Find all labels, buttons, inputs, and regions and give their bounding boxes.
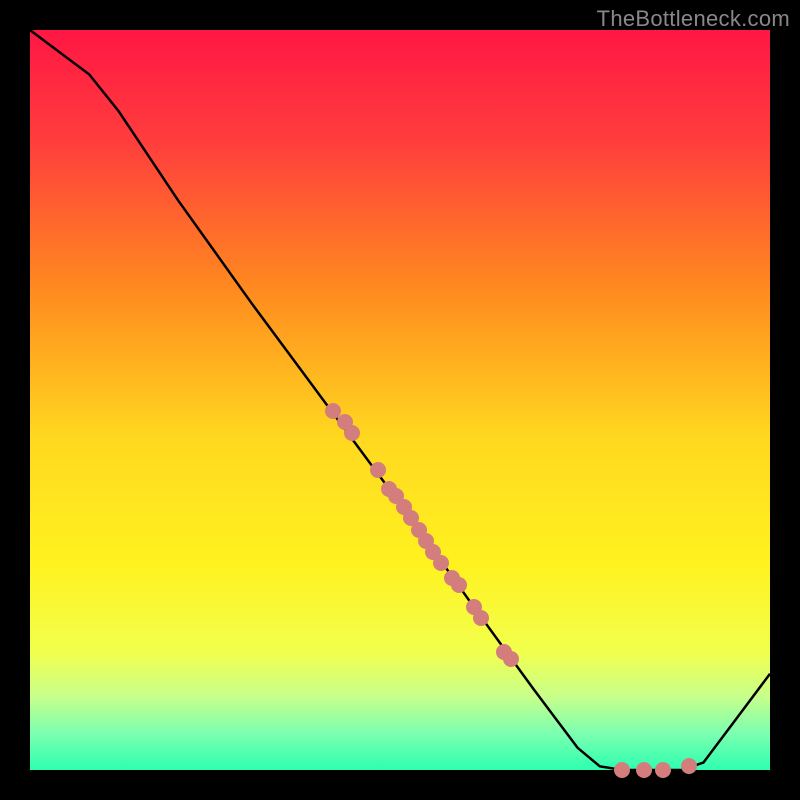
data-point — [636, 762, 652, 778]
data-points-layer — [30, 30, 770, 770]
data-point — [681, 758, 697, 774]
data-point — [614, 762, 630, 778]
watermark-text: TheBottleneck.com — [597, 6, 790, 32]
data-point — [451, 577, 467, 593]
data-point — [503, 651, 519, 667]
data-point — [655, 762, 671, 778]
data-point — [473, 610, 489, 626]
chart-container: TheBottleneck.com — [0, 0, 800, 800]
data-point — [370, 462, 386, 478]
data-point — [344, 425, 360, 441]
plot-area — [30, 30, 770, 770]
data-point — [433, 555, 449, 571]
